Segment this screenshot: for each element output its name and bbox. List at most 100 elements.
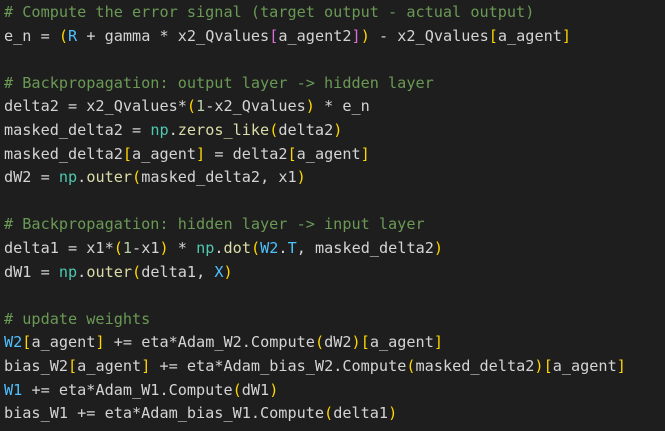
code-token: * <box>168 239 197 257</box>
code-token: np <box>58 262 78 281</box>
code-token: # Backpropagation: output layer -> hidde… <box>4 73 434 92</box>
code-token: outer <box>86 168 133 187</box>
code-token: ) <box>333 121 343 139</box>
code-token: 1 <box>196 97 206 116</box>
code-token: + gamma * x2_Qvalues <box>77 26 270 45</box>
code-token: delta2 = x2_Qvalues* <box>4 97 187 116</box>
code-line[interactable]: masked_delta2 = np.zeros_like(delta2) <box>4 119 342 143</box>
code-token: ) <box>305 97 315 116</box>
code-token: a_agent <box>296 144 361 163</box>
code-token: masked_delta2 = <box>4 121 151 139</box>
code-token: . <box>168 121 178 139</box>
code-token: ] <box>360 144 370 163</box>
code-token: delta1, <box>141 262 215 281</box>
code-token: np <box>150 121 169 139</box>
code-token: 1 <box>122 239 133 257</box>
code-token: ] <box>95 333 105 352</box>
code-token: ) <box>534 357 544 375</box>
code-token: ) <box>223 262 233 281</box>
code-token: masked_delta2 <box>4 144 123 163</box>
code-line[interactable]: bias_W1 += eta*Adam_bias_W1.Compute(delt… <box>4 402 397 426</box>
code-token: a_agent <box>369 333 434 352</box>
code-token: [ <box>488 26 498 45</box>
code-token: [ <box>269 26 279 45</box>
code-token: ) <box>296 168 306 187</box>
code-token: ( <box>58 26 69 45</box>
code-token: ] <box>433 333 444 352</box>
code-editor[interactable]: # Compute the error signal (target outpu… <box>0 0 665 431</box>
code-line[interactable]: # Compute the error signal (target outpu… <box>4 1 534 25</box>
code-token: dot <box>223 239 251 257</box>
code-token: e_n = <box>4 26 59 45</box>
code-token: [ <box>360 333 370 352</box>
code-token: ( <box>113 239 123 257</box>
code-token: dW2 <box>324 333 352 352</box>
code-token: bias_W1 += eta*Adam_bias_W1.Compute <box>4 404 325 423</box>
code-token: delta2 <box>278 121 334 139</box>
code-line[interactable]: dW1 = np.outer(delta1, X) <box>4 261 233 285</box>
code-token: np <box>58 168 78 187</box>
code-token: ( <box>132 168 142 187</box>
code-token: X <box>214 262 224 281</box>
code-line[interactable]: delta2 = x2_Qvalues*(1-x2_Qvalues) * e_n <box>4 95 370 119</box>
code-token: delta1 = x1* <box>4 239 114 257</box>
code-token: ( <box>324 404 334 423</box>
code-token: zeros_like <box>177 121 270 139</box>
code-token: dW2 = <box>4 168 59 187</box>
code-token: ) <box>433 239 444 257</box>
code-token: [ <box>122 144 133 163</box>
code-token: ) <box>159 239 169 257</box>
code-line[interactable]: dW2 = np.outer(masked_delta2, x1) <box>4 166 306 190</box>
code-token: [ <box>68 357 78 375</box>
code-line[interactable]: delta1 = x1*(1-x1) * np.dot(W2.T, masked… <box>4 237 443 261</box>
code-token: . <box>77 168 87 187</box>
code-token: ( <box>186 97 197 116</box>
code-token: R <box>68 26 78 45</box>
code-token: - x2_Qvalues <box>369 26 489 45</box>
code-token: [ <box>287 144 297 163</box>
code-line[interactable]: bias_W2[a_agent] += eta*Adam_bias_W2.Com… <box>4 355 626 379</box>
code-token: W2 <box>260 239 279 257</box>
code-token: ( <box>314 333 325 352</box>
code-line[interactable]: W2[a_agent] += eta*Adam_W2.Compute(dW2)[… <box>4 331 443 355</box>
code-line[interactable]: masked_delta2[a_agent] = delta2[a_agent] <box>4 143 370 167</box>
code-token: ( <box>269 121 279 139</box>
code-token: ] <box>616 357 626 375</box>
code-token: a_agent2 <box>278 26 352 45</box>
code-token: W1 <box>4 380 23 399</box>
code-token: -x1 <box>132 239 160 257</box>
code-token: # Compute the error signal (target outpu… <box>4 3 535 21</box>
code-token: masked_delta2 <box>415 357 535 375</box>
code-token: ) <box>388 404 398 423</box>
code-token: [ <box>543 357 553 375</box>
code-token: ) <box>351 333 361 352</box>
code-token: = delta2 <box>205 144 288 163</box>
code-token: dW1 <box>241 380 270 399</box>
code-token: a_agent <box>31 333 96 352</box>
code-token: += eta*Adam_W1.Compute <box>22 380 233 399</box>
code-line[interactable]: e_n = (R + gamma * x2_Qvalues[a_agent2])… <box>4 25 571 49</box>
code-line[interactable]: W1 += eta*Adam_W1.Compute(dW1) <box>4 379 278 403</box>
code-token: T <box>287 239 297 257</box>
code-token: a_agent <box>77 357 142 375</box>
code-token: ( <box>250 239 261 257</box>
code-token: masked_delta2, x1 <box>141 168 297 187</box>
code-line[interactable]: # Backpropagation: output layer -> hidde… <box>4 72 434 96</box>
code-token: , masked_delta2 <box>296 239 434 257</box>
code-token: . <box>214 239 224 257</box>
code-token: ] <box>351 26 361 45</box>
code-line[interactable]: # update weights <box>4 308 150 332</box>
code-token: += eta*Adam_W2.Compute <box>104 333 315 352</box>
code-token: # Backpropagation: hidden layer -> input… <box>4 215 425 234</box>
code-token: dW1 = <box>4 262 59 281</box>
code-token: ] <box>196 144 206 163</box>
code-token: * e_n <box>314 97 370 116</box>
code-token: bias_W2 <box>4 357 69 375</box>
code-token: W2 <box>4 333 23 352</box>
code-token: outer <box>86 262 133 281</box>
code-token: ] <box>561 26 572 45</box>
code-token: ) <box>269 380 279 399</box>
code-token: . <box>77 262 87 281</box>
code-token: a_agent <box>132 144 197 163</box>
code-line[interactable]: # Backpropagation: hidden layer -> input… <box>4 213 425 237</box>
